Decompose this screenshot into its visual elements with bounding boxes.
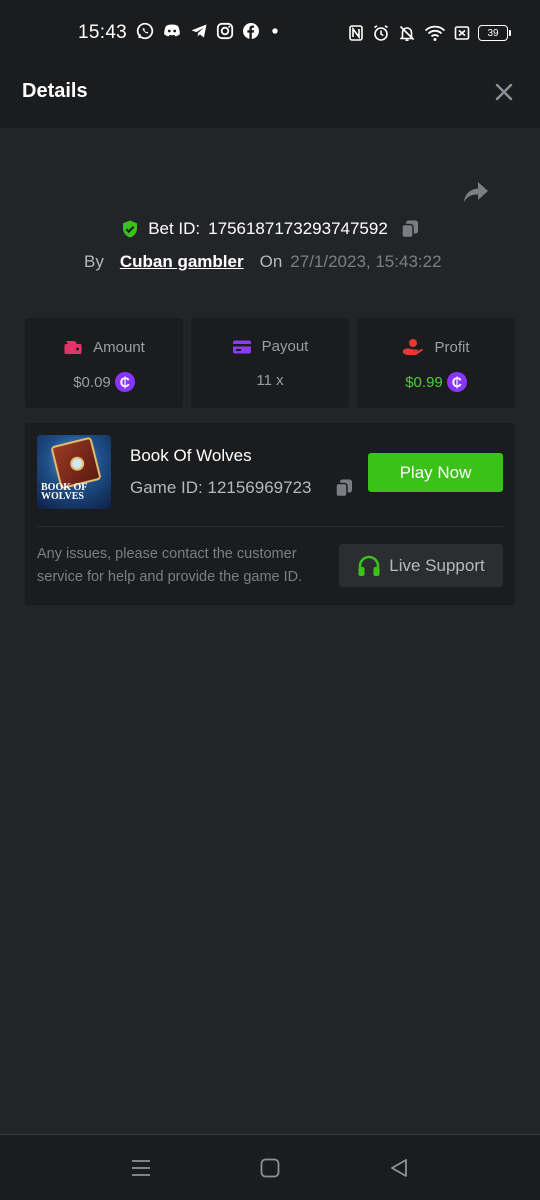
on-label: On xyxy=(259,252,283,271)
game-card: BOOK OF WOLVES Book Of Wolves Game ID: 1… xyxy=(25,423,515,605)
thumbnail-title: BOOK OF WOLVES xyxy=(41,482,88,502)
copy-bet-id-icon[interactable] xyxy=(400,219,420,239)
bet-id-row: Bet ID: 1756187173293747592 xyxy=(0,216,540,242)
profit-value: $0.99 xyxy=(405,373,443,391)
recent-apps-icon[interactable] xyxy=(130,1157,152,1179)
bet-stats: Amount $0.09 ₵ Payout 11 x Profit $0.99 … xyxy=(25,318,515,408)
back-icon[interactable] xyxy=(388,1157,410,1179)
payout-label: Payout xyxy=(261,338,309,355)
notification-icons xyxy=(136,22,282,40)
nfc-icon xyxy=(349,25,363,41)
bet-id-label: Bet ID: xyxy=(148,219,201,238)
payout-card: Payout 11 x xyxy=(191,318,349,408)
amount-card: Amount $0.09 ₵ xyxy=(25,318,183,408)
whatsapp-icon xyxy=(136,22,154,40)
bet-meta-row: By Cuban gambler On 27/1/2023, 15:43:22 xyxy=(84,250,442,274)
status-bar: 15:43 39 xyxy=(0,0,540,56)
amount-label: Amount xyxy=(93,338,145,356)
shield-check-icon xyxy=(123,220,138,238)
game-name: Book Of Wolves xyxy=(130,446,252,465)
telegram-icon xyxy=(191,24,207,38)
divider xyxy=(37,526,503,527)
game-thumbnail[interactable]: BOOK OF WOLVES xyxy=(37,435,111,509)
home-icon[interactable] xyxy=(259,1157,281,1179)
details-header: Details xyxy=(0,56,540,128)
wifi-icon xyxy=(424,25,446,41)
payout-value: 11 x xyxy=(256,372,284,389)
play-now-button[interactable]: Play Now xyxy=(368,453,503,492)
bet-id-value: 1756187173293747592 xyxy=(208,219,388,238)
status-time: 15:43 xyxy=(78,22,128,43)
bet-date: 27/1/2023, 15:43:22 xyxy=(290,252,442,271)
profit-label: Profit xyxy=(434,338,470,356)
profit-hand-icon xyxy=(403,339,424,355)
no-sim-icon xyxy=(454,26,470,40)
system-icons: 39 xyxy=(348,24,511,42)
battery-indicator: 39 xyxy=(478,25,511,41)
share-icon[interactable] xyxy=(462,180,490,204)
card-icon xyxy=(232,340,251,353)
support-message: Any issues, please contact the customer … xyxy=(37,546,303,585)
facebook-icon xyxy=(243,23,259,39)
live-support-label: Live Support xyxy=(389,555,485,575)
game-id-row: Game ID: 12156969723 xyxy=(130,478,354,498)
coin-icon: ₵ xyxy=(114,372,135,392)
amount-value: $0.09 xyxy=(73,373,111,391)
system-nav-bar xyxy=(0,1134,540,1200)
game-id-label: Game ID: xyxy=(130,478,203,497)
headset-icon xyxy=(358,555,380,576)
discord-icon xyxy=(164,24,180,37)
game-id-value: 12156969723 xyxy=(207,478,312,497)
mute-bell-icon xyxy=(399,25,415,41)
by-label: By xyxy=(84,252,104,271)
eye-art xyxy=(68,455,86,473)
user-link[interactable]: Cuban gambler xyxy=(120,252,244,272)
coin-icon: ₵ xyxy=(446,372,467,392)
live-support-button[interactable]: Live Support xyxy=(339,544,503,587)
instagram-icon xyxy=(216,22,234,40)
page-title: Details xyxy=(22,80,88,102)
more-notifications-icon xyxy=(272,28,278,34)
close-icon[interactable] xyxy=(494,82,514,102)
wallet-hand-icon xyxy=(64,341,82,354)
profit-card: Profit $0.99 ₵ xyxy=(357,318,515,408)
copy-game-id-icon[interactable] xyxy=(334,478,354,498)
alarm-icon xyxy=(374,25,388,41)
